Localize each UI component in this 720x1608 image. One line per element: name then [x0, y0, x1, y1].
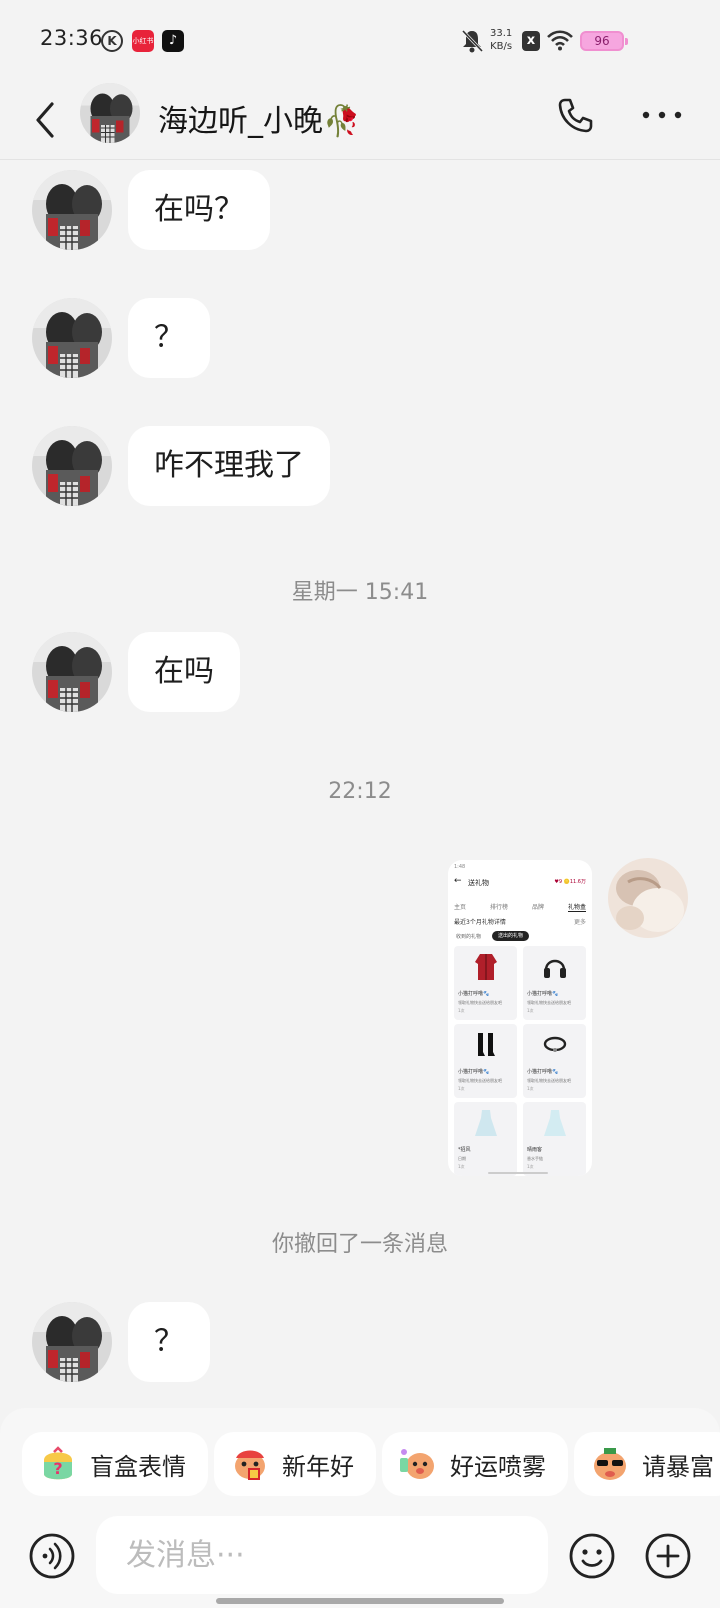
plus-icon[interactable]: [644, 1532, 692, 1580]
screenshot-chip: 收到的礼物: [456, 934, 482, 940]
my-avatar[interactable]: [608, 858, 688, 938]
message-input[interactable]: [96, 1516, 548, 1594]
screenshot-more: 更多: [573, 919, 586, 926]
chip-mystery-box[interactable]: ? 盲盒表情: [22, 1432, 208, 1496]
message-bubble[interactable]: 在吗: [128, 632, 240, 712]
screenshot-subtitle: 最近3个月礼物详情: [454, 919, 506, 926]
k-app-icon: K: [101, 30, 123, 52]
choker-icon: [543, 1036, 567, 1052]
mute-bell-icon: [461, 29, 484, 53]
quick-reply-chips: ? 盲盒表情 新年好 好运喷雾 请暴富: [22, 1432, 720, 1496]
sunglasses-pig-icon: [594, 1448, 626, 1480]
contact-name[interactable]: 海边听_小晚🥀: [158, 96, 360, 140]
contact-avatar[interactable]: [80, 83, 140, 143]
sender-avatar[interactable]: [32, 1302, 112, 1382]
recall-notice: 你撤回了一条消息: [271, 1232, 448, 1257]
screenshot-tabs: 主页 排行榜 品牌 礼物盒: [454, 902, 586, 912]
screenshot-tab: 主页: [454, 904, 467, 911]
gift-card: 晴雨客 香水手链 1次: [523, 1102, 586, 1176]
sender-avatar[interactable]: [32, 298, 112, 378]
emoji-icon[interactable]: [568, 1532, 616, 1580]
message-bubble[interactable]: 在吗？: [128, 170, 270, 250]
dress-icon: [544, 1110, 566, 1136]
mystery-box-icon: ?: [44, 1446, 72, 1480]
lucky-spray-icon: [400, 1449, 434, 1479]
more-dots-icon[interactable]: [640, 100, 684, 130]
sender-avatar[interactable]: [32, 632, 112, 712]
screenshot-title: 送礼物: [468, 879, 489, 887]
screenshot-status-time: 1:48: [454, 864, 466, 870]
gift-card: 小猫打呼噜🐾 领取礼物快去送给朋友吧 1次: [454, 946, 517, 1020]
screenshot-tab: 品牌: [531, 904, 544, 911]
message-bubble[interactable]: 咋不理我了: [128, 426, 330, 506]
sender-avatar[interactable]: [32, 426, 112, 506]
xiaohongshu-icon: 小红书: [132, 30, 154, 52]
boots-icon: [478, 1033, 495, 1056]
screenshot-gift-grid: 小猫打呼噜🐾 领取礼物快去送给朋友吧 1次 小猫打呼噜🐾 领取礼物快去送给朋友吧…: [454, 946, 588, 1176]
timestamp: 星期一 15:41: [291, 580, 429, 605]
screenshot-tab-active: 礼物盒: [567, 904, 586, 912]
screenshot-back-icon: ←: [454, 876, 462, 886]
screenshot-tab: 排行榜: [489, 904, 508, 911]
home-indicator: [216, 1598, 504, 1604]
screenshot-balance: ♥9 🪙11.6万: [554, 879, 586, 885]
gift-card: 小猫打呼噜🐾 领取礼物快去送给朋友吧 1次: [523, 946, 586, 1020]
chip-lucky-spray[interactable]: 好运喷雾: [382, 1432, 568, 1496]
sent-image-message[interactable]: 1:48 ← 送礼物 ♥9 🪙11.6万 主页 排行榜 品牌 礼物盒 最近3个月…: [448, 860, 592, 1176]
status-time: 23:36: [40, 26, 104, 50]
dress-icon: [475, 1110, 497, 1136]
gift-card: 小猫打呼噜🐾 领取礼物快去送给朋友吧 1次: [454, 1024, 517, 1098]
jacket-icon: [475, 954, 497, 980]
wifi-icon: [547, 30, 573, 51]
screenshot-home-bar: [488, 1172, 548, 1174]
message-input-bar: [0, 1516, 720, 1596]
chip-happy-new-year[interactable]: 新年好: [214, 1432, 376, 1496]
screenshot-chip-active: 送出的礼物: [492, 931, 530, 941]
lion-dance-icon: [235, 1450, 265, 1480]
tiktok-icon: ♪: [162, 30, 184, 52]
message-bubble[interactable]: ？: [128, 298, 210, 378]
chip-get-rich[interactable]: 请暴富: [574, 1432, 720, 1496]
sender-avatar[interactable]: [32, 170, 112, 250]
battery-indicator: 96: [580, 31, 628, 51]
chevron-left-icon[interactable]: [28, 98, 64, 142]
x-app-icon: x: [522, 31, 540, 51]
status-bar: 23:36 K 小红书 ♪ 33.1 KB/s x 96: [0, 0, 720, 80]
network-speed: 33.1 KB/s: [490, 28, 513, 52]
gift-card: *招风 日期 1次: [454, 1102, 517, 1176]
timestamp: 22:12: [328, 779, 392, 804]
phone-icon[interactable]: [555, 96, 595, 136]
voice-icon[interactable]: [28, 1532, 76, 1580]
gift-card: 小猫打呼噜🐾 领取礼物快去送给朋友吧 1次: [523, 1024, 586, 1098]
svg-text:?: ?: [53, 1459, 62, 1478]
message-bubble[interactable]: ？: [128, 1302, 210, 1382]
headphones-icon: [544, 959, 566, 978]
